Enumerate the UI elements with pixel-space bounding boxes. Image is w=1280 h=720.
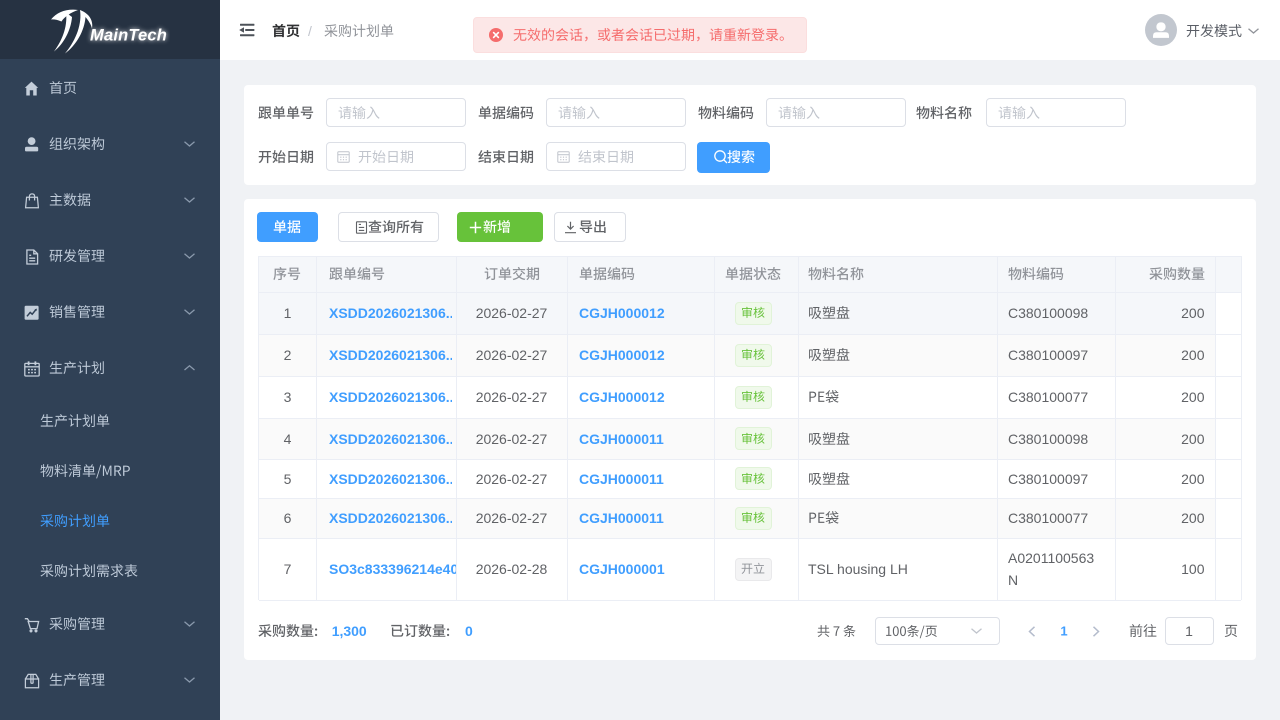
svg-text:MainTech: MainTech: [90, 27, 167, 45]
